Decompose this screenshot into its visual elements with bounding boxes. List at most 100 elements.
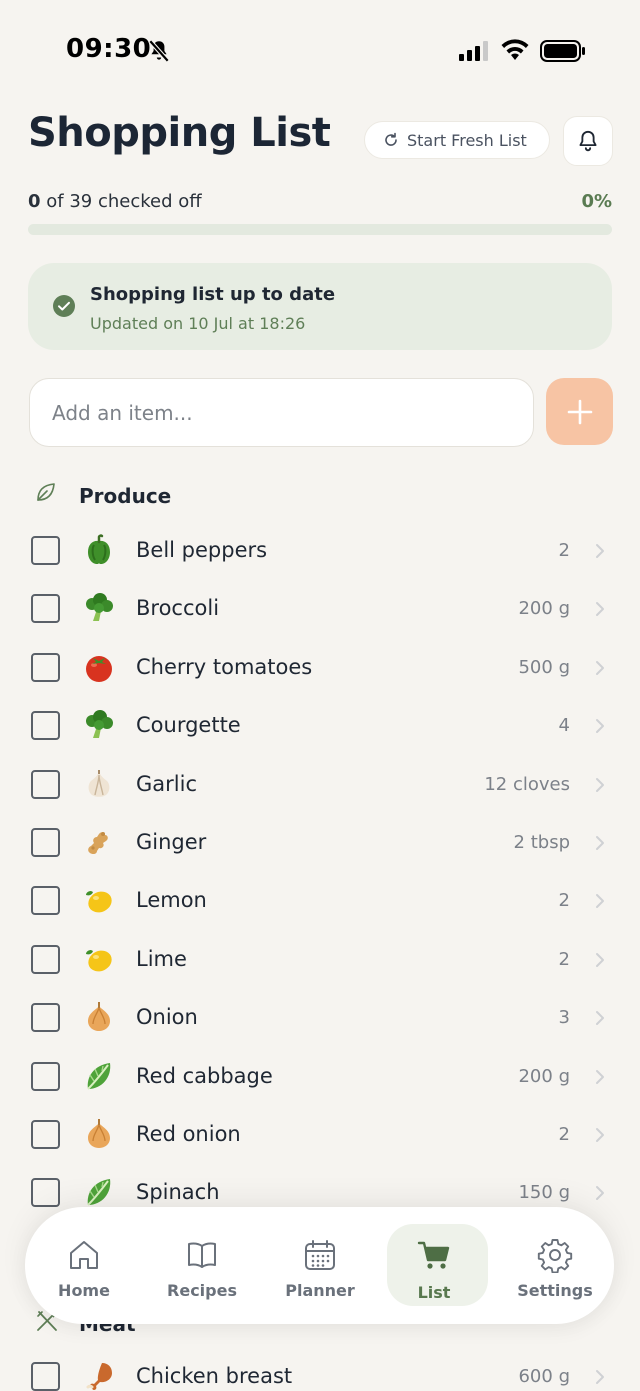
- chevron-right-icon[interactable]: [594, 659, 606, 677]
- chevron-right-icon[interactable]: [594, 776, 606, 794]
- item-checkbox[interactable]: [31, 827, 60, 857]
- garlic-icon: [82, 767, 116, 801]
- status-title: Shopping list up to date: [90, 284, 336, 305]
- item-checkbox[interactable]: [31, 769, 60, 799]
- chevron-right-icon[interactable]: [594, 1068, 606, 1086]
- nav-home[interactable]: Home: [29, 1207, 139, 1324]
- list-item[interactable]: Bell peppers 2: [0, 521, 640, 579]
- list-item[interactable]: Garlic 12 cloves: [0, 755, 640, 813]
- calendar-icon: [305, 1240, 335, 1270]
- item-name: Garlic: [136, 771, 197, 796]
- chevron-right-icon[interactable]: [594, 892, 606, 910]
- item-checkbox[interactable]: [31, 1119, 60, 1149]
- leafy-green-icon: [82, 1175, 116, 1209]
- list-item[interactable]: Lime 2: [0, 930, 640, 988]
- broccoli-icon: [82, 708, 116, 742]
- list-item[interactable]: Ginger 2 tbsp: [0, 813, 640, 871]
- item-checkbox[interactable]: [31, 1178, 60, 1208]
- item-name: Cherry tomatoes: [136, 654, 313, 679]
- page-title: Shopping List: [28, 110, 331, 156]
- nav-settings[interactable]: Settings: [500, 1207, 610, 1324]
- leafy-green-icon: [82, 1059, 116, 1093]
- battery-icon: [540, 40, 585, 62]
- chevron-right-icon[interactable]: [594, 1126, 606, 1144]
- item-quantity: 4: [558, 715, 570, 737]
- list-item[interactable]: Broccoli 200 g: [0, 579, 640, 637]
- item-checkbox[interactable]: [31, 886, 60, 916]
- signal-icon: [459, 41, 488, 61]
- nav-planner[interactable]: Planner: [265, 1207, 375, 1324]
- checked-count: 0: [28, 191, 41, 212]
- item-checkbox[interactable]: [31, 594, 60, 624]
- nav-recipes-label: Recipes: [167, 1281, 237, 1300]
- item-quantity: 2: [558, 890, 570, 912]
- item-name: Chicken breast: [136, 1364, 293, 1388]
- item-checkbox[interactable]: [31, 944, 60, 974]
- chevron-right-icon[interactable]: [594, 1184, 606, 1202]
- progress-percent: 0%: [581, 191, 612, 212]
- item-checkbox[interactable]: [31, 536, 60, 565]
- item-quantity: 500 g: [518, 656, 570, 678]
- chevron-right-icon[interactable]: [594, 951, 606, 969]
- notifications-button[interactable]: [563, 116, 613, 166]
- nav-list[interactable]: List: [379, 1207, 489, 1324]
- bottom-nav: Home Recipes Planner List Settings: [25, 1207, 614, 1324]
- check-circle-icon: [53, 295, 75, 317]
- list-item[interactable]: Red cabbage 200 g: [0, 1047, 640, 1105]
- item-name: Red cabbage: [136, 1063, 273, 1088]
- onion-icon: [82, 1117, 116, 1151]
- start-fresh-list-button[interactable]: Start Fresh List: [364, 121, 550, 159]
- refresh-icon: [385, 132, 397, 146]
- ginger-icon: [82, 825, 116, 859]
- start-fresh-list-label: Start Fresh List: [407, 130, 527, 150]
- item-checkbox[interactable]: [31, 711, 60, 741]
- leaf-icon: [37, 483, 55, 501]
- list-item[interactable]: Courgette 4: [0, 696, 640, 754]
- item-name: Bell peppers: [136, 538, 268, 562]
- sync-status-card: Shopping list up to date Updated on 10 J…: [28, 263, 612, 350]
- list-item[interactable]: Cherry tomatoes 500 g: [0, 638, 640, 696]
- bell-off-icon: [148, 39, 170, 63]
- nav-list-label: List: [417, 1283, 451, 1302]
- item-checkbox[interactable]: [31, 652, 60, 682]
- item-name: Red onion: [136, 1121, 241, 1146]
- chevron-right-icon[interactable]: [594, 542, 606, 560]
- progress-rest: of 39 checked off: [40, 191, 202, 212]
- chevron-right-icon[interactable]: [594, 1009, 606, 1027]
- nav-settings-label: Settings: [517, 1281, 593, 1300]
- section-title: Produce: [79, 484, 172, 508]
- onion-icon: [82, 1000, 116, 1034]
- chevron-right-icon[interactable]: [594, 600, 606, 618]
- nav-recipes[interactable]: Recipes: [147, 1207, 257, 1324]
- add-item-button[interactable]: [546, 378, 613, 445]
- item-checkbox[interactable]: [31, 1061, 60, 1091]
- status-bar: 09:30: [0, 0, 640, 100]
- home-icon: [70, 1241, 98, 1269]
- chevron-right-icon[interactable]: [594, 1368, 606, 1386]
- chevron-right-icon[interactable]: [594, 717, 606, 735]
- item-name: Broccoli: [136, 596, 220, 621]
- item-name: Onion: [136, 1005, 198, 1030]
- bell-icon: [579, 130, 597, 152]
- plus-icon: [567, 399, 592, 424]
- item-checkbox[interactable]: [31, 1362, 60, 1391]
- item-name: Spinach: [136, 1180, 220, 1205]
- item-checkbox[interactable]: [31, 1003, 60, 1033]
- list-item[interactable]: Red onion 2: [0, 1105, 640, 1163]
- lemon-icon: [82, 883, 116, 917]
- bell-pepper-icon: [82, 533, 116, 567]
- item-quantity: 200 g: [518, 598, 570, 620]
- list-item[interactable]: Chicken breast 600 g: [0, 1347, 640, 1391]
- chevron-right-icon[interactable]: [594, 834, 606, 852]
- item-quantity: 3: [558, 1007, 570, 1029]
- broccoli-icon: [82, 591, 116, 625]
- gear-icon: [537, 1239, 573, 1273]
- list-item[interactable]: Onion 3: [0, 988, 640, 1046]
- tomato-icon: [82, 650, 116, 684]
- item-quantity: 150 g: [518, 1182, 570, 1204]
- item-quantity: 2: [558, 1123, 570, 1145]
- list-item[interactable]: Lemon 2: [0, 871, 640, 929]
- add-item-input[interactable]: [29, 378, 534, 447]
- item-quantity: 600 g: [518, 1366, 570, 1387]
- wifi-icon: [501, 39, 529, 60]
